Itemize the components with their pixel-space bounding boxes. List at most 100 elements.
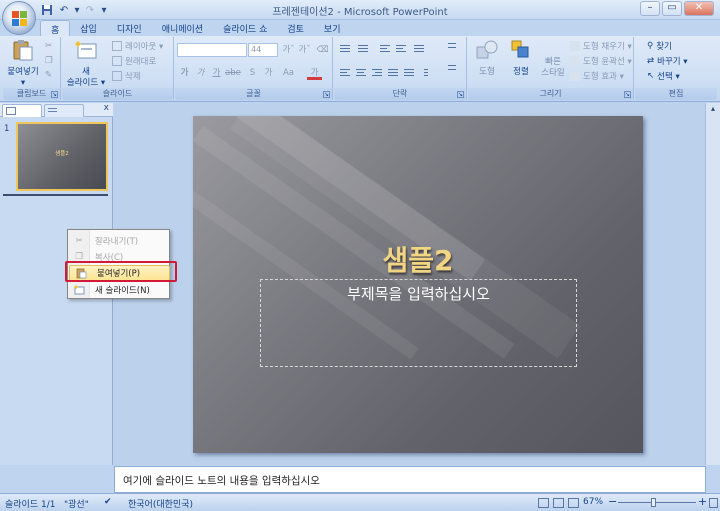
char-spacing-button[interactable]: 가 <box>261 66 276 80</box>
shrink-font-button[interactable]: 가ˇ <box>297 43 312 57</box>
zoom-slider-thumb[interactable] <box>651 498 656 507</box>
slides-tab[interactable] <box>2 104 42 117</box>
menu-item-new-slide[interactable]: 새 슬라이드(N) <box>68 282 169 298</box>
slide-number: 1 <box>4 124 10 134</box>
align-right-icon[interactable] <box>370 67 384 79</box>
underline-button[interactable]: 가 <box>209 66 224 80</box>
shapes-button[interactable]: 도형 <box>470 39 504 78</box>
slide-canvas[interactable]: 샘플2 부제목을 입력하십시오 <box>193 116 643 453</box>
distribute-icon[interactable] <box>402 67 416 79</box>
group-drawing: 도형 정렬 빠른 스타일 도형 채우기 ▾ 도형 윤곽선 ▾ 도형 효과 ▾ 그… <box>468 37 634 100</box>
tab-insert[interactable]: 삽입 <box>70 20 107 36</box>
slideshow-view-icon[interactable] <box>568 498 579 508</box>
align-left-icon[interactable] <box>338 67 352 79</box>
spellcheck-icon[interactable]: ✔ <box>104 497 112 507</box>
zoom-in-button[interactable]: + <box>698 495 707 508</box>
binoculars-icon: ⚲ <box>647 41 654 51</box>
tab-animations[interactable]: 애니메이션 <box>152 20 213 36</box>
new-slide-label-1: 새 <box>82 67 90 77</box>
columns-icon[interactable] <box>422 67 436 79</box>
panel-close-icon[interactable]: x <box>104 103 109 113</box>
new-slide-button[interactable]: 새 슬라이드 ▾ <box>64 39 108 89</box>
find-label: 찾기 <box>656 42 672 52</box>
slide-sorter-icon[interactable] <box>553 498 564 508</box>
office-button[interactable] <box>2 1 36 35</box>
quick-styles-button[interactable]: 빠른 스타일 <box>536 57 570 79</box>
shape-outline-button[interactable]: 도형 윤곽선 ▾ <box>570 55 632 67</box>
fit-to-window-icon[interactable] <box>709 498 718 508</box>
subtitle-placeholder[interactable]: 부제목을 입력하십시오 <box>260 279 577 367</box>
drawing-launcher-icon[interactable]: ↘ <box>624 91 631 98</box>
tab-slideshow[interactable]: 슬라이드 쇼 <box>213 20 277 36</box>
minimize-button[interactable]: – <box>640 1 660 16</box>
slide-title[interactable]: 샘플2 <box>193 239 643 279</box>
tab-view[interactable]: 보기 <box>314 20 351 36</box>
numbering-icon[interactable] <box>356 43 370 55</box>
pointer-icon: ↖ <box>647 71 655 81</box>
increase-indent-icon[interactable] <box>394 43 408 55</box>
maximize-button[interactable]: ▭ <box>662 1 682 16</box>
find-button[interactable]: ⚲ 찾기 <box>647 40 672 52</box>
paste-button[interactable]: 붙여넣기 ▾ <box>5 39 41 89</box>
zoom-slider-track[interactable] <box>618 502 696 503</box>
bullets-icon[interactable] <box>338 43 352 55</box>
menu-item-cut[interactable]: ✂ 잘라내기(T) <box>68 233 169 249</box>
clear-format-icon[interactable]: ⌫ <box>315 43 330 57</box>
cut-icon[interactable]: ✂ <box>45 41 52 51</box>
cut-menu-icon: ✂ <box>75 236 83 246</box>
paragraph-launcher-icon[interactable]: ↘ <box>457 91 464 98</box>
effects-icon <box>570 71 580 81</box>
format-painter-icon[interactable]: ✎ <box>45 70 52 80</box>
editing-group-label: 편집 <box>635 88 717 100</box>
bold-button[interactable]: 가 <box>177 66 192 80</box>
text-direction-icon[interactable] <box>446 41 460 53</box>
tab-home[interactable]: 홈 <box>40 20 71 36</box>
shadow-button[interactable]: S <box>245 66 260 80</box>
vertical-scrollbar[interactable]: ▴ <box>705 103 720 465</box>
shape-effects-button[interactable]: 도형 효과 ▾ <box>570 70 624 82</box>
close-button[interactable]: ✕ <box>684 1 714 16</box>
change-case-button[interactable]: Aa <box>281 66 296 80</box>
normal-view-icon[interactable] <box>538 498 549 508</box>
copy-icon[interactable]: ❐ <box>45 56 53 66</box>
grow-font-button[interactable]: 가ˆ <box>281 43 296 57</box>
outline-tab[interactable] <box>44 104 84 117</box>
zoom-level[interactable]: 67% <box>583 497 603 507</box>
line-spacing-icon[interactable] <box>412 43 426 55</box>
layout-button[interactable]: 레이아웃 ▾ <box>112 40 163 52</box>
reset-label: 원래대로 <box>125 57 157 67</box>
font-name-combo[interactable] <box>177 43 247 57</box>
clipboard-launcher-icon[interactable]: ↘ <box>51 91 58 98</box>
font-size-combo[interactable]: 44 <box>248 43 278 57</box>
align-text-icon[interactable] <box>446 63 460 75</box>
font-launcher-icon[interactable]: ↘ <box>323 91 330 98</box>
zoom-out-button[interactable]: − <box>608 495 617 508</box>
font-color-button[interactable]: 가 <box>307 66 322 80</box>
delete-slide-button[interactable]: 삭제 <box>112 70 141 82</box>
outline-tab-icon <box>48 108 57 112</box>
language-status[interactable]: 한국어(대한민국) <box>128 497 193 510</box>
justify-icon[interactable] <box>386 67 400 79</box>
tab-design[interactable]: 디자인 <box>107 20 152 36</box>
reset-icon <box>112 56 122 66</box>
replace-icon: ⇄ <box>647 56 655 66</box>
select-button[interactable]: ↖ 선택 ▾ <box>647 70 680 82</box>
delete-icon <box>112 71 122 81</box>
shape-outline-label: 도형 윤곽선 ▾ <box>583 57 632 67</box>
status-bar: 슬라이드 1/1 "광선" ✔ 한국어(대한민국) 67% − + <box>0 493 720 511</box>
select-label: 선택 ▾ <box>657 72 680 82</box>
pen-icon <box>570 56 580 66</box>
align-center-icon[interactable] <box>354 67 368 79</box>
italic-button[interactable]: 가 <box>193 66 208 80</box>
slide-thumbnail[interactable]: 샘플2 <box>16 122 108 191</box>
shape-fill-button[interactable]: 도형 채우기 ▾ <box>570 40 632 52</box>
tab-review[interactable]: 검토 <box>277 20 314 36</box>
decrease-indent-icon[interactable] <box>378 43 392 55</box>
scroll-up-icon[interactable]: ▴ <box>707 104 719 116</box>
arrange-button[interactable]: 정렬 <box>504 39 538 78</box>
notes-pane[interactable]: 여기에 슬라이드 노트의 내용을 입력하십시오 <box>114 466 706 493</box>
replace-button[interactable]: ⇄ 바꾸기 ▾ <box>647 55 688 67</box>
reset-button[interactable]: 원래대로 <box>112 55 156 67</box>
strikethrough-button[interactable]: abe <box>225 66 241 80</box>
ribbon-tabs: 홈 삽입 디자인 애니메이션 슬라이드 쇼 검토 보기 <box>40 20 350 36</box>
